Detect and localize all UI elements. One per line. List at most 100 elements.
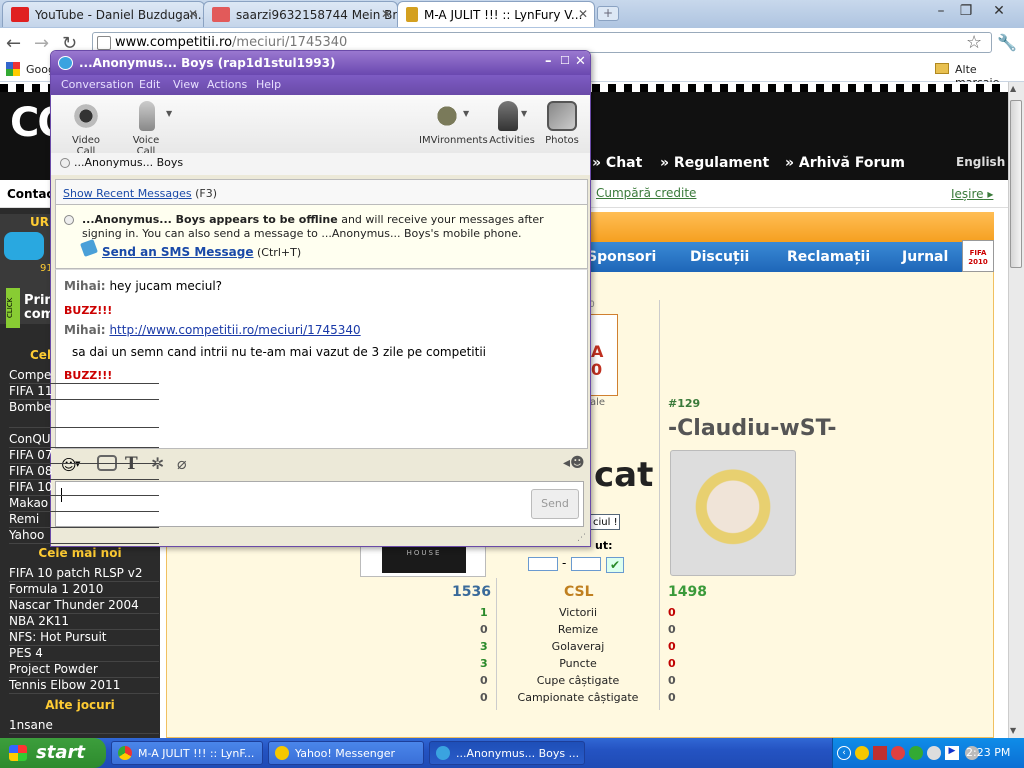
sidebar-game-link[interactable]: FIFA 11 [9, 384, 159, 400]
click-tag[interactable]: CLICK [6, 288, 20, 328]
close-tab-icon[interactable]: ✕ [381, 7, 391, 21]
sidebar-game-link[interactable]: FIFA 10 [9, 480, 159, 496]
sidebar-promo-text[interactable]: Prim com [24, 294, 58, 322]
maximize-icon[interactable]: ☐ [560, 54, 570, 67]
tab-saarzi[interactable]: saarzi9632158744 Mein Br... ✕ [203, 1, 398, 27]
sidebar-game-link[interactable]: Yahoo [9, 528, 159, 544]
chevron-down-icon[interactable]: ▼ [521, 109, 527, 118]
menu-edit[interactable]: Edit [139, 78, 160, 91]
sidebar-game-link[interactable]: Remi [9, 512, 159, 528]
antivirus-icon[interactable] [873, 746, 887, 760]
opponent-avatar[interactable]: HOUSE [360, 545, 486, 577]
resize-grip-icon[interactable]: ⋰ [577, 533, 586, 543]
scroll-up-icon[interactable]: ▲ [1010, 84, 1016, 93]
sidebar-game-link[interactable]: NFS: Hot Pursuit [9, 630, 159, 646]
menu-conversation[interactable]: Conversation [61, 78, 134, 91]
attach-icon[interactable]: ⌀ [177, 454, 187, 473]
wrench-icon[interactable]: 🔧 [997, 33, 1017, 52]
sidebar-game-link[interactable]: Formula 1 2010 [9, 582, 159, 598]
forward-button[interactable]: → [34, 33, 49, 54]
close-tab-icon[interactable]: ✕ [578, 7, 588, 21]
language-link[interactable]: English [956, 155, 1005, 169]
taskbar-item-chrome[interactable]: M-A JULIT !!! :: LynF... [111, 741, 263, 765]
activities-icon[interactable] [498, 101, 518, 131]
show-recent-messages-link[interactable]: Show Recent Messages [63, 187, 192, 200]
sidebar-game-link[interactable]: FIFA 07 [9, 448, 159, 464]
close-window-button[interactable]: ✕ [988, 2, 1010, 20]
nav-arhiva-forum[interactable]: » Arhivă Forum [785, 155, 905, 171]
tab-label: YouTube - Daniel Buzdugan... [35, 8, 205, 22]
chevron-down-icon[interactable]: ▼ [463, 109, 469, 118]
player-avatar[interactable] [670, 450, 796, 576]
nav-regulament[interactable]: » Regulament [660, 155, 769, 171]
player-name[interactable]: -Claudiu-wST- [668, 416, 836, 441]
buy-credits-link[interactable]: Cumpără credite [596, 186, 696, 200]
close-tab-icon[interactable]: ✕ [188, 7, 198, 21]
new-tab-button[interactable]: + [597, 6, 619, 21]
twitter-bird-icon[interactable] [4, 232, 44, 260]
submit-checkmark-icon[interactable]: ✔ [606, 557, 624, 573]
sidebar-game-link[interactable]: Makao [9, 496, 159, 512]
tab-youtube[interactable]: YouTube - Daniel Buzdugan... ✕ [2, 1, 205, 27]
imvironments-icon[interactable] [432, 101, 462, 131]
sidebar-game-link[interactable]: Nascar Thunder 2004 [9, 598, 159, 614]
fifa-tile[interactable]: A 0 [590, 314, 618, 396]
sidebar-game-link[interactable]: Project Powder [9, 662, 159, 678]
close-icon[interactable]: ✕ [575, 54, 586, 69]
start-button[interactable]: start [0, 738, 106, 768]
activities-label[interactable]: Activities [487, 135, 537, 146]
nav-jurnal[interactable]: Jurnal [902, 249, 948, 265]
nav-reclamatii[interactable]: Reclamații [787, 249, 870, 265]
microphone-icon[interactable] [139, 101, 155, 131]
imvironments-label[interactable]: IMVironments [419, 135, 488, 146]
scrollbar-thumb[interactable] [1010, 100, 1022, 268]
menu-view[interactable]: View [173, 78, 199, 91]
taskbar-item-conversation[interactable]: ...Anonymus... Boys ... [429, 741, 585, 765]
sidebar-game-link[interactable]: 1nsane [9, 718, 159, 734]
minimize-icon[interactable]: – [545, 54, 552, 69]
send-button[interactable]: Send [531, 489, 579, 519]
chevron-down-icon[interactable]: ▼ [166, 109, 172, 118]
tray-app-icon[interactable] [909, 746, 923, 760]
messenger-title-bar[interactable]: ...Anonymus... Boys (rap1d1stul1993) – ☐… [51, 51, 590, 75]
contact-details-icon[interactable]: ◂☻ [563, 455, 585, 471]
menu-actions[interactable]: Actions [207, 78, 247, 91]
contact-row[interactable]: ...Anonymus... Boys [51, 153, 590, 175]
score-input-left[interactable] [528, 557, 558, 571]
messenger-toolbar: Video Call ▼ Voice Call ▼ IMVironments ▼… [51, 95, 590, 157]
tab-competitii[interactable]: M-A JULIT !!! :: LynFury V... ✕ [397, 1, 595, 27]
clock[interactable]: 2:23 PM [966, 746, 1010, 759]
message-link[interactable]: http://www.competitii.ro/meciuri/1745340 [109, 323, 360, 337]
taskbar-item-yahoo[interactable]: Yahoo! Messenger [268, 741, 424, 765]
menu-help[interactable]: Help [256, 78, 281, 91]
photos-label[interactable]: Photos [543, 135, 581, 146]
nav-chat[interactable]: » Chat [592, 155, 642, 171]
sidebar-game-link[interactable]: FIFA 08 [9, 464, 159, 480]
sidebar-game-link[interactable]: Compe [9, 368, 159, 384]
score-input-right[interactable] [571, 557, 601, 571]
tray-expand-icon[interactable]: ‹ [837, 746, 851, 760]
nav-discutii[interactable]: Discuții [690, 249, 749, 265]
network-icon[interactable] [927, 746, 941, 760]
scroll-down-icon[interactable]: ▼ [1010, 726, 1016, 735]
logout-link[interactable]: Ieșire ▸ [951, 187, 993, 201]
sidebar-game-link[interactable]: Tennis Elbow 2011 [9, 678, 159, 694]
tray-app-icon[interactable] [891, 746, 905, 760]
nav-sponsori[interactable]: Sponsori [587, 249, 656, 265]
send-sms-link[interactable]: Send an SMS Message [102, 245, 254, 259]
sidebar-game-link[interactable]: ConQU [9, 432, 159, 448]
sidebar-game-link[interactable]: FIFA 10 patch RLSP v2 [9, 566, 159, 582]
webcam-icon[interactable] [71, 101, 101, 131]
confirm-button[interactable]: ciul ! [590, 514, 620, 530]
offline-notice-bold: ...Anonymus... Boys appears to be offlin… [82, 213, 338, 226]
bookmark-star-icon[interactable]: ☆ [966, 32, 982, 53]
sidebar-game-link[interactable]: Bombe Interna [9, 400, 159, 428]
yahoo-tray-icon[interactable] [855, 746, 869, 760]
sidebar-game-link[interactable]: PES 4 [9, 646, 159, 662]
maximize-button[interactable]: ❐ [955, 2, 977, 20]
minimize-button[interactable]: – [930, 2, 952, 20]
sidebar-game-link[interactable]: NBA 2K11 [9, 614, 159, 630]
back-button[interactable]: ← [6, 33, 21, 54]
photos-icon[interactable] [547, 101, 577, 131]
avatar-caption: HOUSE [382, 545, 466, 573]
